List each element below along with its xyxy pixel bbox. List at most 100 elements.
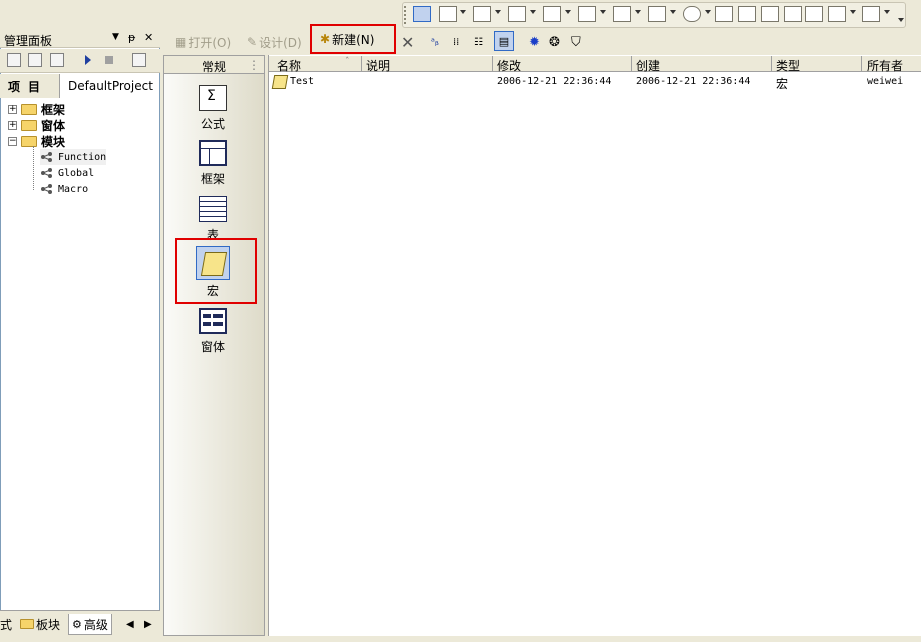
column-separator[interactable] [771,56,772,71]
copy-tool-icon[interactable] [805,6,823,22]
chevron-down-icon[interactable] [460,10,466,14]
tree-item-function[interactable]: Function [40,149,107,165]
grid-tool-icon[interactable] [578,6,596,22]
list-view-icon[interactable]: ☷ [474,33,483,51]
cell-name[interactable]: Test [290,76,314,87]
main-toolbar: ▦ 打开(O) ✎ 设计(D) ✱ 新建(N) ✕ ᵃᵦ ⁞⁞ ☷ ▤ ✹ ❂ … [163,24,921,54]
column-separator[interactable] [361,56,362,71]
rectangle-tool-icon[interactable] [648,6,666,22]
large-icons-icon[interactable]: ᵃᵦ [431,33,439,51]
properties-gear-icon[interactable]: ✹ [529,33,540,51]
column-header-type[interactable]: 类型 [776,57,800,74]
select-tool-icon[interactable] [413,6,431,22]
tree-item-label: 框架 [41,102,66,117]
view-icon[interactable] [28,53,42,67]
column-header-owner[interactable]: 所有者 [867,57,903,74]
run-icon[interactable] [85,55,91,65]
tree-item-forms[interactable]: + 窗体 [8,117,65,133]
cell-created: 2006-12-21 22:36:44 [636,76,751,87]
tab-style[interactable]: 式 [0,614,12,634]
tree-item-modules[interactable]: − 模块 [8,133,65,149]
chevron-down-icon[interactable] [705,10,711,14]
eraser-tool-icon[interactable] [784,6,802,22]
tree-item-label: 窗体 [41,118,66,133]
chart-tool-icon[interactable] [543,6,561,22]
folder-icon [21,119,37,131]
project-name[interactable]: DefaultProject [68,79,153,93]
details-view-icon[interactable]: ▤ [494,31,514,51]
object-list [268,55,921,636]
tab-blocks[interactable]: 板块 [20,614,60,634]
stop-icon[interactable] [105,56,113,64]
tab-label: 式 [0,617,13,632]
column-separator[interactable] [631,56,632,71]
new-button[interactable]: ✱ 新建(N) [310,24,396,54]
tree-item-global[interactable]: Global [40,165,94,181]
settings-icon[interactable]: ❂ [549,33,560,51]
open-folder-icon [21,135,37,147]
design-button[interactable]: ✎ 设计(D) [247,33,302,51]
security-icon[interactable]: ⛉ [571,33,581,51]
column-separator[interactable] [492,56,493,71]
tab-scroll-left[interactable]: ◀ [126,614,134,634]
open-button[interactable]: ▦ 打开(O) [175,33,231,51]
cell-type: 宏 [776,77,789,91]
tree-item-macro[interactable]: Macro [40,181,88,197]
new-object-icon[interactable] [132,53,146,67]
print-icon[interactable] [50,53,64,67]
sort-icon: ˆ [345,57,350,67]
table-icon [199,196,227,222]
columns-tool-icon[interactable] [508,6,526,22]
text-tool-icon[interactable] [715,6,733,22]
column-header-created[interactable]: 创建 [636,57,660,74]
expand-icon[interactable]: + [8,120,17,130]
tab-advanced[interactable]: ⚙ 高级 [68,614,112,635]
chevron-down-icon[interactable] [670,10,676,14]
properties-icon[interactable] [7,53,21,67]
tree-item-label: Global [58,167,95,179]
delete-icon[interactable]: ✕ [401,33,414,52]
design-icon: ✎ [247,35,258,49]
column-header-name[interactable]: 名称 [277,57,301,74]
collapse-icon[interactable]: − [8,136,17,146]
chevron-down-icon[interactable] [884,10,890,14]
fill-tool-icon[interactable] [613,6,631,22]
image-tool-icon[interactable] [738,6,756,22]
chevron-down-icon[interactable] [530,10,536,14]
cell-owner: weiwei [867,76,904,87]
column-header-modified[interactable]: 修改 [497,57,521,74]
chevron-down-icon[interactable] [850,10,856,14]
close-icon[interactable]: ✕ [144,31,153,44]
category-macros[interactable]: 宏 [184,246,242,299]
small-icons-icon[interactable]: ⁞⁞ [453,33,459,51]
textbox-tool-icon[interactable] [473,6,491,22]
dropdown-icon[interactable]: ▼ [112,32,119,42]
ellipse-tool-icon[interactable] [683,6,701,22]
chevron-down-icon[interactable] [600,10,606,14]
category-label: 窗体 [200,340,225,354]
toolbar-grip[interactable] [404,6,409,24]
arrange-tool-icon[interactable] [862,6,880,22]
chevron-down-icon[interactable] [495,10,501,14]
pin-icon[interactable]: ᵽ [128,31,135,44]
table-tool-icon[interactable] [828,6,846,22]
line-tool-icon[interactable] [439,6,457,22]
category-header: 常规 ⋮ [164,56,264,74]
cell-modified: 2006-12-21 22:36:44 [497,76,612,87]
panel-title-bar: 管理面板 ▼ ᵽ ✕ [0,30,160,48]
category-formula[interactable]: Σ 公式 [184,85,242,132]
toolbar-overflow-icon[interactable] [898,18,904,22]
category-forms[interactable]: 窗体 [184,308,242,355]
expand-icon[interactable]: + [8,104,17,114]
open-icon: ▦ [175,35,187,49]
cross-tool-icon[interactable] [761,6,779,22]
category-tables[interactable]: 表 [184,196,242,243]
category-frames[interactable]: 框架 [184,140,242,187]
column-header-description[interactable]: 说明 [366,57,390,74]
tree-item-frames[interactable]: + 框架 [8,101,65,117]
column-separator[interactable] [861,56,862,71]
chevron-down-icon[interactable] [565,10,571,14]
tab-scroll-right[interactable]: ▶ [144,614,152,634]
chevron-down-icon[interactable] [635,10,641,14]
panel-toolbar [0,49,160,73]
